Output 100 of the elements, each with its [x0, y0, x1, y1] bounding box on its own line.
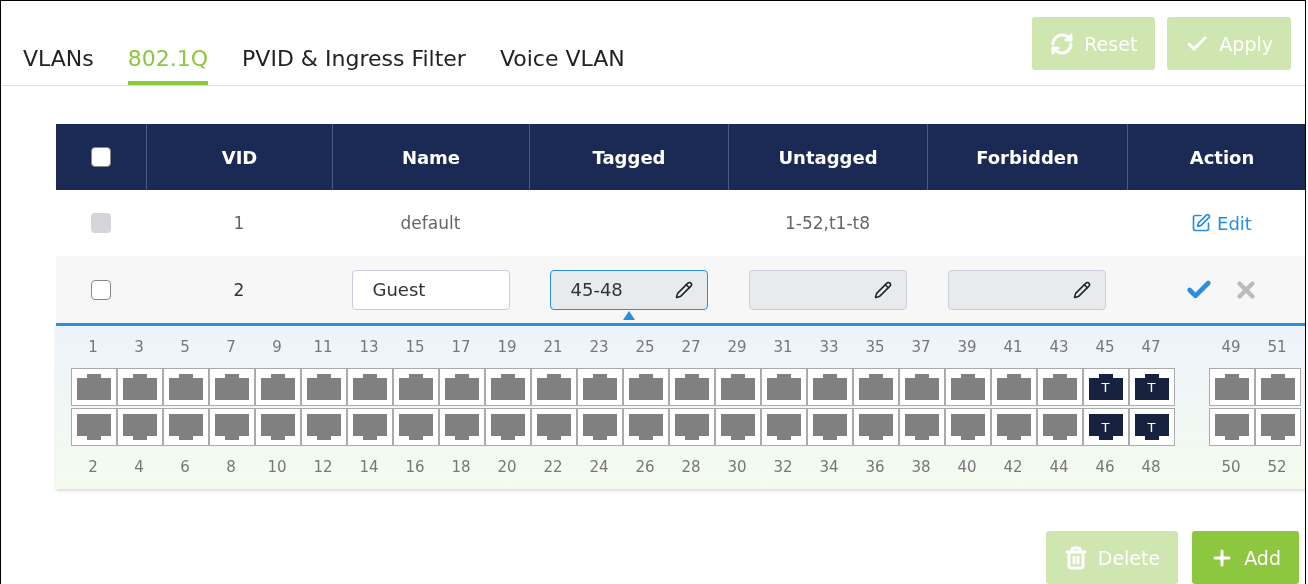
- ethernet-port-icon: [856, 412, 895, 442]
- port[interactable]: [1208, 408, 1255, 446]
- ethernet-port-icon: [74, 412, 113, 442]
- port[interactable]: [116, 368, 163, 406]
- port[interactable]: [852, 408, 899, 446]
- port[interactable]: [944, 408, 991, 446]
- port[interactable]: [668, 408, 715, 446]
- port[interactable]: [392, 408, 439, 446]
- port[interactable]: [714, 368, 761, 406]
- ethernet-port-icon: [810, 412, 849, 442]
- port[interactable]: [116, 408, 163, 446]
- port-number: 22: [543, 457, 563, 478]
- port[interactable]: [346, 408, 393, 446]
- port-number: 9: [272, 337, 282, 358]
- port[interactable]: [346, 368, 393, 406]
- ethernet-port-icon: [856, 372, 895, 402]
- port-select-field[interactable]: [748, 269, 907, 310]
- port[interactable]: [806, 408, 853, 446]
- port[interactable]: [392, 368, 439, 406]
- port-number: 48: [1141, 457, 1161, 478]
- port[interactable]: [1036, 408, 1083, 446]
- port-number: 46: [1095, 457, 1115, 478]
- ethernet-port-icon: [350, 412, 389, 442]
- ethernet-port-icon: [1086, 372, 1125, 402]
- column-header: VID: [221, 146, 258, 168]
- port[interactable]: [162, 408, 209, 446]
- port[interactable]: [208, 368, 255, 406]
- tag-label: T: [1101, 379, 1110, 395]
- port-number: 15: [405, 337, 425, 358]
- port[interactable]: [898, 408, 945, 446]
- port[interactable]: [622, 368, 669, 406]
- port[interactable]: [852, 368, 899, 406]
- ethernet-port-icon: [396, 412, 435, 442]
- tab[interactable]: PVID & Ingress Filter: [242, 46, 466, 85]
- port-number: 34: [819, 457, 839, 478]
- port-number: 43: [1049, 337, 1069, 358]
- port[interactable]: [1254, 368, 1301, 406]
- column-header: Untagged: [778, 146, 878, 168]
- port-number: 11: [313, 337, 333, 358]
- port[interactable]: [438, 368, 485, 406]
- port[interactable]: T: [1082, 368, 1129, 406]
- port-number: 45: [1095, 337, 1115, 358]
- port-number: 25: [635, 337, 655, 358]
- port[interactable]: [438, 408, 485, 446]
- ethernet-port-icon: [120, 412, 159, 442]
- port[interactable]: [254, 368, 301, 406]
- port-number: 3: [134, 337, 144, 358]
- port[interactable]: [300, 408, 347, 446]
- port[interactable]: [530, 368, 577, 406]
- port[interactable]: [760, 408, 807, 446]
- port[interactable]: [300, 368, 347, 406]
- port-select-field[interactable]: [948, 269, 1106, 310]
- port[interactable]: [990, 368, 1037, 406]
- port[interactable]: T: [1082, 408, 1129, 446]
- port-number: 26: [635, 457, 655, 478]
- port[interactable]: [254, 408, 301, 446]
- ethernet-port-icon: [258, 412, 297, 442]
- column-header: Tagged: [592, 146, 666, 168]
- port[interactable]: [70, 368, 117, 406]
- port[interactable]: [622, 408, 669, 446]
- port[interactable]: [806, 368, 853, 406]
- port[interactable]: [208, 408, 255, 446]
- row-checkbox[interactable]: [91, 279, 111, 300]
- port[interactable]: T: [1128, 368, 1175, 406]
- ethernet-port-icon: [672, 412, 711, 442]
- port-number: 50: [1221, 457, 1241, 478]
- port[interactable]: [1036, 368, 1083, 406]
- port[interactable]: [944, 368, 991, 406]
- ethernet-port-icon: [1212, 372, 1251, 402]
- tab[interactable]: Voice VLAN: [499, 46, 625, 85]
- table-cell: 2: [233, 279, 245, 300]
- port[interactable]: [530, 408, 577, 446]
- column-header: Action: [1189, 146, 1255, 168]
- port-number: 41: [1003, 337, 1023, 358]
- column-header: Name: [401, 146, 461, 168]
- port[interactable]: [1208, 368, 1255, 406]
- port[interactable]: T: [1128, 408, 1175, 446]
- port-number: 7: [226, 337, 236, 358]
- port[interactable]: [162, 368, 209, 406]
- select-all-checkbox[interactable]: [91, 147, 111, 167]
- tab[interactable]: VLANs: [23, 46, 94, 85]
- ethernet-port-icon: [626, 412, 665, 442]
- port[interactable]: [714, 408, 761, 446]
- name-field[interactable]: Guest: [351, 269, 510, 310]
- port[interactable]: [898, 368, 945, 406]
- port[interactable]: [990, 408, 1037, 446]
- port[interactable]: [484, 408, 531, 446]
- port[interactable]: [576, 368, 623, 406]
- ethernet-port-icon: [948, 372, 987, 402]
- port[interactable]: [70, 408, 117, 446]
- ethernet-port-icon: [1132, 412, 1171, 442]
- port-number: 20: [497, 457, 517, 478]
- port[interactable]: [1254, 408, 1301, 446]
- port[interactable]: [576, 408, 623, 446]
- port[interactable]: [484, 368, 531, 406]
- port-number: 35: [865, 337, 885, 358]
- port-number: 14: [359, 457, 379, 478]
- port[interactable]: [760, 368, 807, 406]
- port-number: 47: [1141, 337, 1161, 358]
- port[interactable]: [668, 368, 715, 406]
